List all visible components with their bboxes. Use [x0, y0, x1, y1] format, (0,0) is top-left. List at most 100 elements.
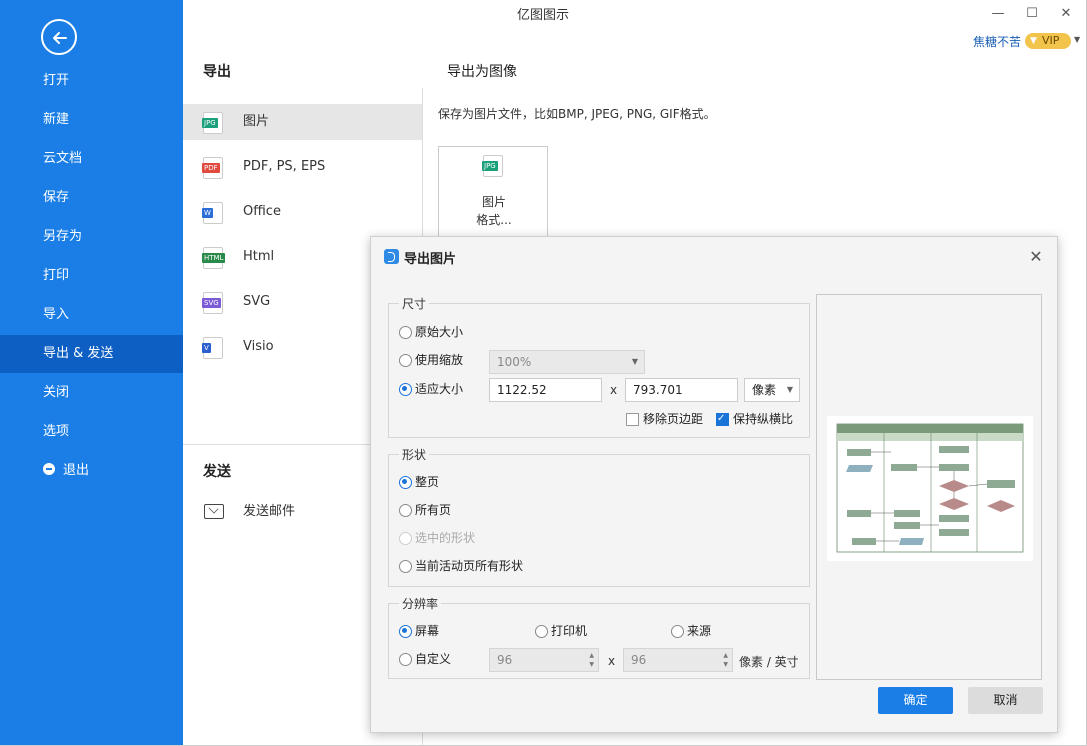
radio-active-page-shapes[interactable]: 当前活动页所有形状 [399, 558, 523, 574]
card-label-line1: 图片 [481, 195, 506, 209]
close-icon[interactable]: ✕ [1025, 246, 1047, 268]
format-item-pdf[interactable]: PDF PDF, PS, EPS [183, 149, 422, 185]
radio-source[interactable]: 来源 [671, 623, 711, 639]
svg-file-icon: SVG [202, 292, 223, 314]
sidebar-item-new[interactable]: 新建 [0, 101, 183, 139]
sidebar-item-exit[interactable]: 退出 [0, 452, 183, 490]
format-item-image[interactable]: JPG 图片 [183, 104, 422, 140]
radio-whole-page[interactable]: 整页 [399, 474, 439, 490]
sidebar-item-label: 关闭 [43, 385, 70, 400]
spinner-icon: ▲ ▼ [723, 652, 728, 668]
image-format-card[interactable]: JPG 图片 格式... [438, 146, 548, 246]
dpi-unit-label: 像素 / 英寸 [739, 655, 799, 669]
dpi-y-value: 96 [631, 653, 647, 667]
checkbox-remove-margin[interactable]: 移除页边距 [626, 411, 703, 427]
close-window-icon[interactable]: ✕ [1054, 4, 1078, 24]
dpi-x-value: 96 [497, 653, 513, 667]
shape-group: 形状 整页 所有页 选中的形状 当前活动页所有形状 [388, 446, 810, 587]
group-title: 形状 [399, 446, 430, 463]
sidebar-item-label: 另存为 [43, 229, 83, 244]
dialog-titlebar: 导出图片 ✕ [371, 237, 1057, 277]
width-input[interactable]: 1122.52 [489, 378, 602, 402]
times-label: x [610, 383, 618, 397]
size-group: 尺寸 原始大小 使用缩放 100% ▼ 适应大小 1122.52 x 793.7… [388, 295, 810, 438]
vip-badge[interactable]: VIP [1025, 33, 1071, 49]
export-image-dialog: 导出图片 ✕ 尺寸 原始大小 使用缩放 100% ▼ 适应大小 1122.52 … [370, 236, 1058, 733]
zoom-select[interactable]: 100% ▼ [489, 350, 645, 374]
height-input[interactable]: 793.701 [625, 378, 738, 402]
sidebar-item-save-as[interactable]: 另存为 [0, 218, 183, 256]
arrow-left-icon [53, 32, 67, 44]
user-name[interactable]: 焦糖不苦 [973, 33, 1021, 50]
sidebar-item-options[interactable]: 选项 [0, 413, 183, 451]
window-title: 亿图图示 [516, 8, 569, 23]
radio-selected-shapes[interactable]: 选中的形状 [399, 530, 475, 546]
maximize-icon[interactable]: ☐ [1020, 4, 1044, 24]
sidebar-item-export-send[interactable]: 导出 & 发送 [0, 335, 183, 373]
dpi-x-input[interactable]: 96 ▲ ▼ [489, 648, 599, 672]
export-header: 导出 [203, 64, 231, 80]
radio-screen[interactable]: 屏幕 [399, 623, 439, 639]
radio-custom[interactable]: 自定义 [399, 651, 451, 667]
mail-icon [204, 504, 224, 519]
sidebar-item-save[interactable]: 保存 [0, 179, 183, 217]
times-label: x [608, 654, 616, 668]
radio-original-size[interactable]: 原始大小 [399, 324, 463, 340]
jpg-file-icon: JPG [482, 155, 503, 177]
ok-button[interactable]: 确定 [878, 687, 953, 714]
export-image-header: 导出为图像 [447, 64, 517, 80]
word-file-icon: W [202, 202, 223, 224]
unit-select[interactable]: 像素 ▼ [744, 378, 800, 402]
cancel-button[interactable]: 取消 [968, 687, 1043, 714]
format-label: 图片 [243, 114, 270, 129]
chevron-down-icon: ▼ [631, 357, 638, 366]
exit-icon [43, 463, 55, 475]
html-file-icon: HTML [202, 247, 226, 269]
sidebar-item-import[interactable]: 导入 [0, 296, 183, 334]
chevron-down-icon: ▼ [786, 385, 793, 394]
radio-fit-size[interactable]: 适应大小 [399, 381, 463, 397]
radio-all-pages[interactable]: 所有页 [399, 502, 451, 518]
sidebar-item-cloud[interactable]: 云文档 [0, 140, 183, 178]
format-label: PDF, PS, EPS [243, 159, 326, 174]
format-label: SVG [243, 294, 271, 309]
sidebar: 打开 新建 云文档 保存 另存为 打印 导入 导出 & 发送 关闭 选项 退出 [0, 0, 183, 746]
group-title: 尺寸 [399, 295, 430, 312]
dpi-y-input[interactable]: 96 ▲ ▼ [623, 648, 733, 672]
export-description: 保存为图片文件，比如BMP, JPEG, PNG, GIF格式。 [438, 107, 716, 121]
sidebar-item-label: 保存 [43, 190, 70, 205]
jpg-file-icon: JPG [202, 112, 223, 134]
format-label: Office [243, 204, 281, 219]
sidebar-item-label: 打印 [43, 268, 70, 283]
card-label-line2: 格式... [476, 213, 512, 227]
flowchart-preview-icon [836, 423, 1024, 553]
chevron-down-icon[interactable]: ▼ [1074, 35, 1080, 44]
format-label: Visio [243, 339, 274, 354]
sidebar-item-print[interactable]: 打印 [0, 257, 183, 295]
app-logo-icon [384, 249, 399, 264]
sidebar-item-open[interactable]: 打开 [0, 62, 183, 100]
back-button[interactable] [41, 19, 77, 55]
resolution-group: 分辨率 屏幕 打印机 来源 自定义 96 ▲ ▼ x 96 ▲ ▼ 像素 / 英寸 [388, 595, 810, 679]
sidebar-item-label: 导出 & 发送 [43, 346, 114, 361]
pdf-file-icon: PDF [202, 157, 223, 179]
group-title: 分辨率 [399, 595, 442, 612]
dialog-title: 导出图片 [404, 252, 457, 267]
diagram-thumbnail [827, 416, 1033, 561]
preview-pane [816, 294, 1042, 680]
sidebar-item-label: 导入 [43, 307, 70, 322]
format-label: Html [243, 249, 275, 264]
minimize-icon[interactable]: — [986, 4, 1010, 24]
format-item-office[interactable]: W Office [183, 194, 422, 230]
sidebar-item-label: 选项 [43, 424, 70, 439]
radio-printer[interactable]: 打印机 [535, 623, 587, 639]
unit-value: 像素 [752, 383, 777, 397]
sidebar-item-close[interactable]: 关闭 [0, 374, 183, 412]
sidebar-item-label: 打开 [43, 73, 70, 88]
sidebar-item-label: 云文档 [43, 151, 83, 166]
sidebar-item-label: 退出 [63, 463, 90, 478]
sidebar-item-label: 新建 [43, 112, 70, 127]
send-mail-label: 发送邮件 [243, 504, 296, 519]
radio-use-zoom[interactable]: 使用缩放 [399, 352, 463, 368]
checkbox-keep-ratio[interactable]: 保持纵横比 [716, 411, 793, 427]
